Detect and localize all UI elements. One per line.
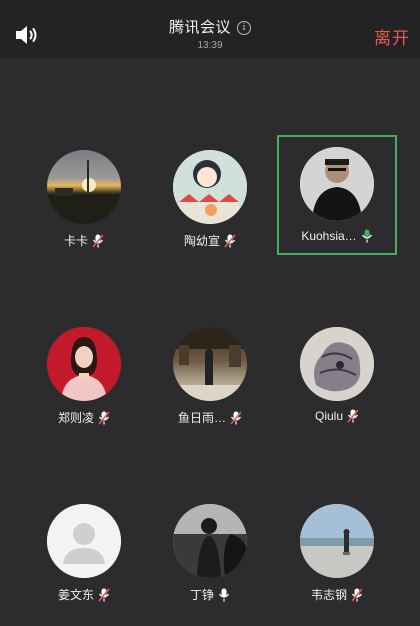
mic-muted-icon <box>230 411 242 425</box>
avatar <box>300 504 374 578</box>
info-icon[interactable]: i <box>237 21 251 35</box>
avatar <box>47 150 121 224</box>
participant-name-row: 郑则凌 <box>24 409 144 426</box>
avatar <box>173 327 247 401</box>
avatar <box>47 327 121 401</box>
mic-muted-icon <box>98 588 110 602</box>
participant-tile[interactable]: 丁铮 <box>150 492 270 612</box>
participant-name: 鱼日雨… <box>177 411 226 425</box>
participant-name: 郑则凌 <box>57 411 94 425</box>
participant-name: 陶幼宣 <box>183 234 220 248</box>
participant-name: 韦志钢 <box>310 588 347 602</box>
mic-muted-icon <box>98 411 110 425</box>
participant-tile-active[interactable]: Kuohsia… <box>277 135 397 255</box>
participant-name-row: Qiulu <box>277 409 397 423</box>
participant-tile[interactable]: 陶幼宣 <box>150 138 270 258</box>
participant-tile[interactable]: 姜文东 <box>24 492 144 612</box>
meeting-time: 13:39 <box>197 40 223 51</box>
participant-name-row: 韦志钢 <box>277 586 397 603</box>
meeting-title: 腾讯会议 <box>168 19 231 36</box>
avatar <box>300 147 374 221</box>
avatar <box>300 327 374 401</box>
avatar <box>173 504 247 578</box>
mic-muted-icon <box>224 234 236 248</box>
mic-on-icon <box>218 588 230 602</box>
participant-name: Qiulu <box>314 409 343 423</box>
mic-muted-icon <box>92 234 104 248</box>
participant-tile[interactable]: 韦志钢 <box>277 492 397 612</box>
participant-tile[interactable]: Qiulu <box>277 315 397 435</box>
participant-name-row: 卡卡 <box>24 232 144 249</box>
meeting-header: 腾讯会议 i 13:39 离开 <box>0 0 420 58</box>
leave-button[interactable]: 离开 <box>374 24 410 49</box>
participant-name-row: 陶幼宣 <box>150 232 270 249</box>
participant-name: 卡卡 <box>63 234 88 248</box>
participant-name-row: 丁铮 <box>150 586 270 603</box>
avatar <box>47 504 121 578</box>
participant-name: Kuohsia… <box>301 229 357 243</box>
participant-name-row: 鱼日雨… <box>150 409 270 426</box>
mic-muted-icon <box>347 409 359 423</box>
participant-tile[interactable]: 郑则凌 <box>24 315 144 435</box>
mic-speaking-icon <box>361 229 372 243</box>
participant-tile[interactable]: 卡卡 <box>24 138 144 258</box>
participant-tile[interactable]: 鱼日雨… <box>150 315 270 435</box>
title-block: 腾讯会议 i 13:39 <box>0 16 420 51</box>
participant-name: 姜文东 <box>57 588 94 602</box>
mic-muted-icon <box>351 588 363 602</box>
participant-name-row: Kuohsia… <box>279 229 395 243</box>
participant-name-row: 姜文东 <box>24 586 144 603</box>
avatar <box>173 150 247 224</box>
participant-name: 丁铮 <box>189 588 214 602</box>
